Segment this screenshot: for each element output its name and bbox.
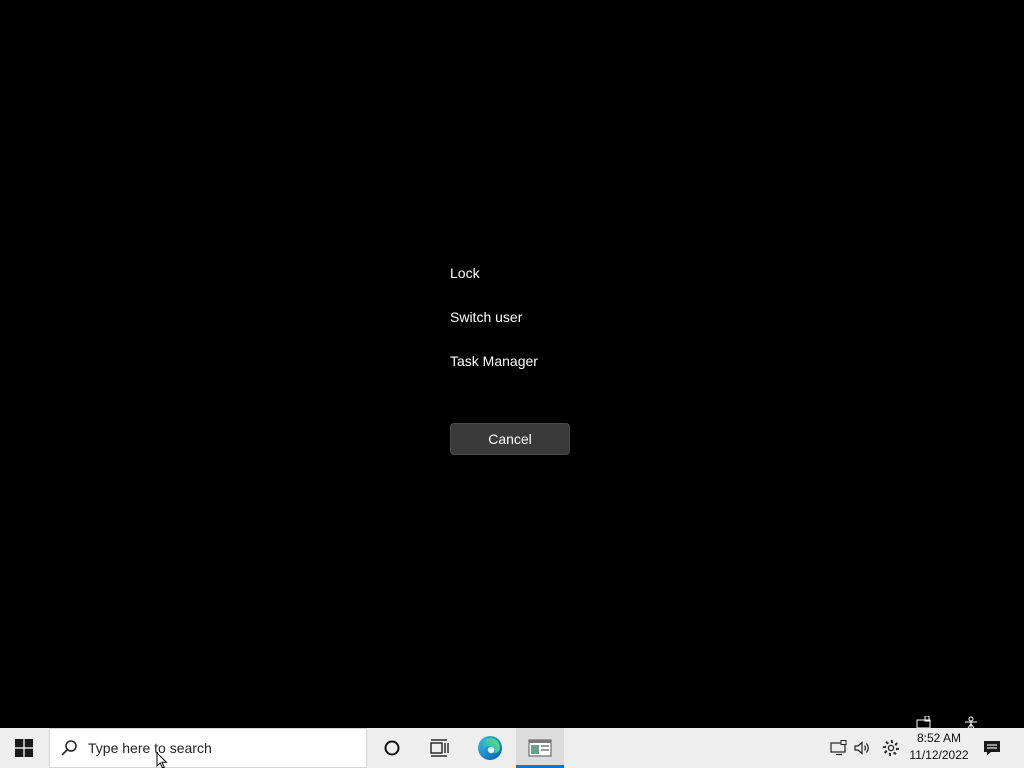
edge-button[interactable] xyxy=(466,728,514,768)
network-icon xyxy=(830,740,847,756)
notification-icon xyxy=(984,741,1000,756)
edge-icon xyxy=(478,736,502,760)
mouse-cursor-icon xyxy=(156,752,168,768)
active-app-button[interactable] xyxy=(516,728,564,768)
settings-icon xyxy=(883,740,899,756)
clock-time: 8:52 AM xyxy=(916,731,962,745)
search-icon-container xyxy=(50,729,88,767)
taskbar-clock[interactable]: 8:52 AM 11/12/2022 xyxy=(906,730,972,766)
taskbar: Type here to search 8:52 AM 11/12/2022 xyxy=(0,728,1024,768)
cortana-circle-icon xyxy=(384,740,400,756)
settings-tray-button[interactable] xyxy=(879,728,903,768)
start-button[interactable] xyxy=(0,728,48,768)
notification-center-button[interactable] xyxy=(978,728,1006,768)
display-peek-icon xyxy=(916,716,931,728)
switch-user-option[interactable]: Switch user xyxy=(450,306,650,328)
cortana-button[interactable] xyxy=(368,728,416,768)
windows-logo-icon xyxy=(15,739,33,757)
network-tray-button[interactable] xyxy=(827,728,851,768)
task-view-button[interactable] xyxy=(416,728,464,768)
task-manager-option[interactable]: Task Manager xyxy=(450,350,650,372)
lock-option[interactable]: Lock xyxy=(450,262,650,284)
clock-date: 11/12/2022 xyxy=(909,748,969,762)
volume-icon xyxy=(854,741,869,755)
accessibility-peek-icon xyxy=(965,716,977,728)
volume-tray-button[interactable] xyxy=(851,728,875,768)
task-view-icon xyxy=(430,739,449,757)
taskbar-search-box[interactable]: Type here to search xyxy=(49,728,367,768)
search-placeholder: Type here to search xyxy=(88,740,212,756)
cancel-button[interactable]: Cancel xyxy=(450,423,570,455)
window-app-icon xyxy=(528,739,552,757)
search-icon xyxy=(61,740,77,756)
security-options-menu: Lock Switch user Task Manager xyxy=(450,262,650,394)
security-options-screen: Lock Switch user Task Manager Cancel Typ… xyxy=(0,0,1024,768)
